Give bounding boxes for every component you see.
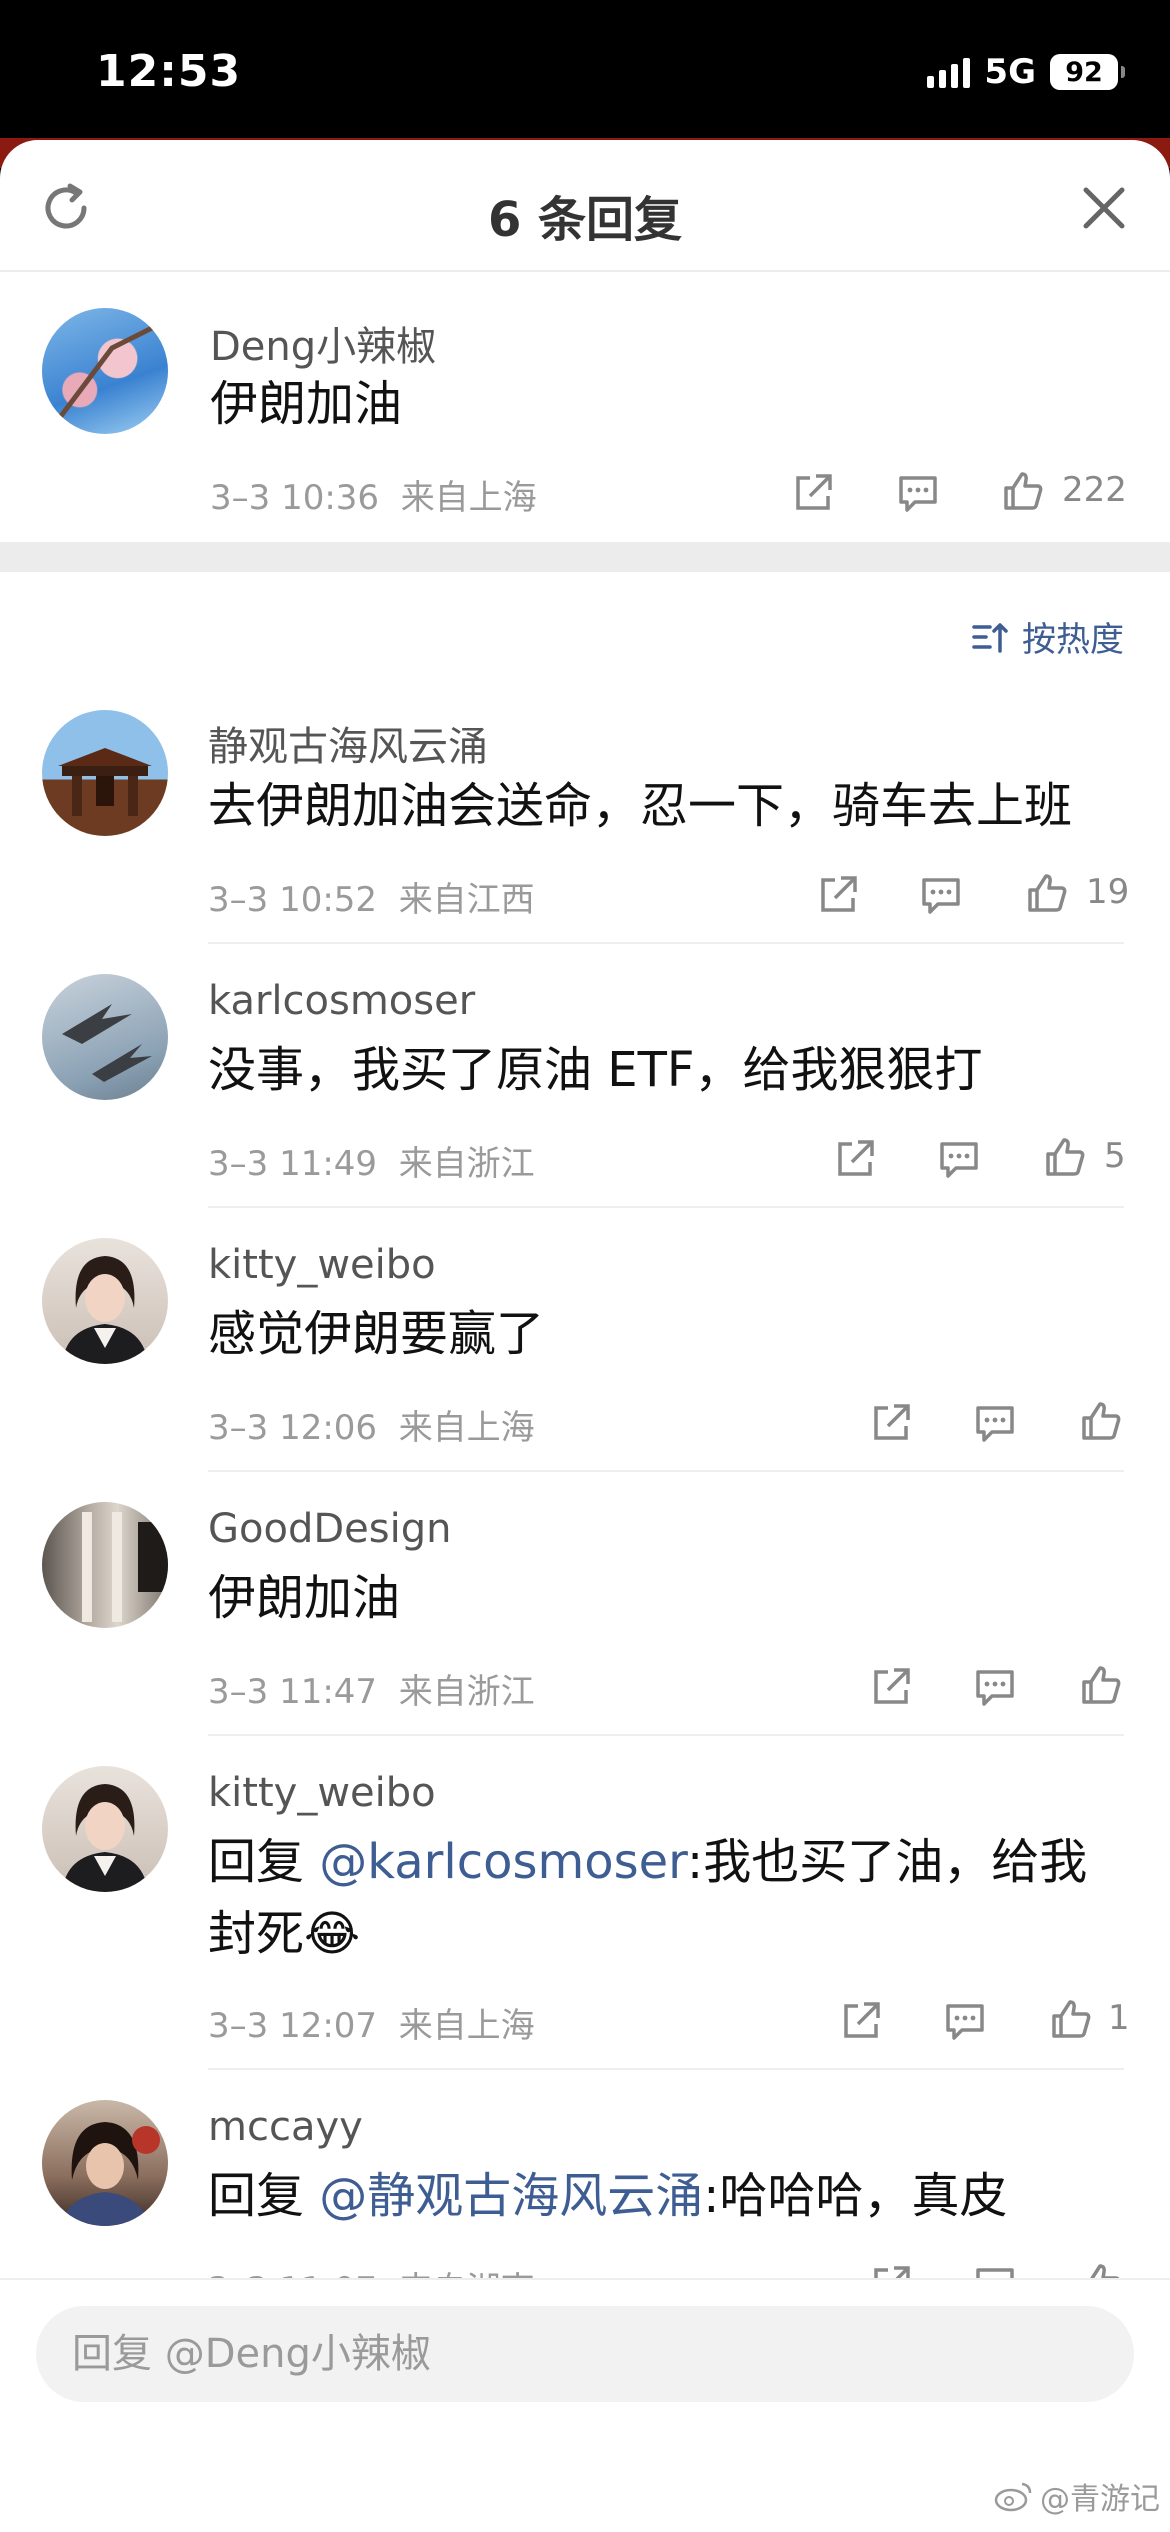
reply-location: 来自上海 xyxy=(398,2006,535,2046)
share-icon[interactable] xyxy=(815,872,861,918)
like-count: 5 xyxy=(1104,1136,1126,1176)
laughing-emoji: 😂 xyxy=(304,1906,361,1962)
reply-composer: @青游记 xyxy=(0,2278,1170,2532)
comment-date: 3–3 10:36 xyxy=(210,478,380,518)
comment-location: 来自上海 xyxy=(400,478,537,518)
reply-prefix: 回复 xyxy=(208,1834,320,1890)
comment-icon[interactable] xyxy=(936,1136,982,1182)
reply-location: 来自上海 xyxy=(398,1408,535,1448)
like-count: 222 xyxy=(1062,470,1127,510)
reply-meta: 3–3 11:47 来自浙江 xyxy=(208,1664,535,1713)
replies-sheet: 6 条回复 Deng小辣椒 伊朗加油 3–3 10:36 来自上海 222 按热… xyxy=(0,140,1170,2532)
like-icon[interactable] xyxy=(1042,1134,1088,1180)
status-time: 12:53 xyxy=(96,46,242,97)
status-indicators: 5G 92 xyxy=(927,52,1125,92)
reply-text: 感觉伊朗要赢了 xyxy=(208,1306,545,1362)
reply-text-line1: :我也买了油，给我 xyxy=(687,1834,1088,1890)
avatar[interactable] xyxy=(42,1238,168,1364)
comment-meta: 3–3 10:36 来自上海 xyxy=(210,470,537,519)
reply-prefix: 回复 xyxy=(208,2168,320,2224)
divider xyxy=(208,1206,1124,1208)
reply-text: 去伊朗加油会送命，忍一下，骑车去上班 xyxy=(208,778,1073,834)
reply-date: 3–3 10:52 xyxy=(208,880,378,920)
network-type: 5G xyxy=(984,52,1036,92)
avatar[interactable] xyxy=(42,1766,168,1892)
sort-icon xyxy=(972,622,1008,653)
share-icon[interactable] xyxy=(838,1998,884,2044)
like-count: 19 xyxy=(1086,872,1130,912)
reply-location: 来自浙江 xyxy=(398,1672,535,1712)
status-bar: 12:53 5G 92 xyxy=(0,0,1170,150)
sort-toggle[interactable]: 按热度 xyxy=(970,612,1124,661)
username[interactable]: mccayy xyxy=(208,2104,363,2150)
comment-icon[interactable] xyxy=(918,872,964,918)
reply-meta: 3–3 12:07 来自上海 xyxy=(208,1998,535,2047)
like-icon[interactable] xyxy=(1078,1398,1124,1444)
reply-text: 回复 @karlcosmoser:我也买了油，给我 封死😂 xyxy=(208,1826,1087,1970)
reply-location: 来自江西 xyxy=(398,880,535,920)
comment-icon[interactable] xyxy=(972,1664,1018,1710)
avatar[interactable] xyxy=(42,2100,168,2226)
share-icon[interactable] xyxy=(868,1664,914,1710)
sheet-header: 6 条回复 xyxy=(0,140,1170,272)
username[interactable]: 静观古海风云涌 xyxy=(208,714,488,772)
comment-icon[interactable] xyxy=(895,470,941,516)
reply-location: 来自浙江 xyxy=(398,1144,535,1184)
comment-icon[interactable] xyxy=(942,1998,988,2044)
reply-date: 3–3 11:49 xyxy=(208,1144,378,1184)
comment-text: 伊朗加油 xyxy=(210,376,403,432)
like-icon[interactable] xyxy=(1078,1662,1124,1708)
divider xyxy=(208,1734,1124,1736)
username[interactable]: karlcosmoser xyxy=(208,978,475,1024)
like-icon[interactable] xyxy=(1000,468,1046,514)
weibo-logo-icon xyxy=(994,2482,1032,2512)
reply-meta: 3–3 11:49 来自浙江 xyxy=(208,1136,535,1185)
comment-icon[interactable] xyxy=(972,1400,1018,1446)
signal-icon xyxy=(927,56,971,88)
reply-text: 回复 @静观古海风云涌:哈哈哈，真皮 xyxy=(208,2160,1007,2232)
divider xyxy=(208,942,1124,944)
battery-icon: 92 xyxy=(1050,54,1125,90)
avatar[interactable] xyxy=(42,974,168,1100)
reply-text-line1: :哈哈哈，真皮 xyxy=(703,2168,1008,2224)
watermark: @青游记 xyxy=(994,2474,1160,2518)
share-icon[interactable] xyxy=(868,1400,914,1446)
like-icon[interactable] xyxy=(1024,870,1070,916)
share-icon[interactable] xyxy=(790,470,836,516)
share-icon[interactable] xyxy=(832,1136,878,1182)
username[interactable]: GoodDesign xyxy=(208,1506,451,1552)
divider xyxy=(208,2068,1124,2070)
username[interactable]: Deng小辣椒 xyxy=(210,314,436,372)
like-count: 1 xyxy=(1108,1998,1130,2038)
reply-meta: 3–3 10:52 来自江西 xyxy=(208,872,535,921)
username[interactable]: kitty_weibo xyxy=(208,1242,436,1288)
divider xyxy=(208,1470,1124,1472)
reply-text: 没事，我买了原油 ETF，给我狠狠打 xyxy=(208,1042,983,1098)
avatar[interactable] xyxy=(42,710,168,836)
sort-label: 按热度 xyxy=(1022,620,1124,660)
reply-input[interactable] xyxy=(36,2306,1134,2402)
avatar[interactable] xyxy=(42,308,168,434)
avatar[interactable] xyxy=(42,1502,168,1628)
username[interactable]: kitty_weibo xyxy=(208,1770,436,1816)
reply-text-line2: 封死 xyxy=(208,1906,305,1962)
close-icon[interactable] xyxy=(1078,182,1130,234)
like-icon[interactable] xyxy=(1048,1996,1094,2042)
reply-date: 3–3 11:47 xyxy=(208,1672,378,1712)
reply-date: 3–3 12:06 xyxy=(208,1408,378,1448)
section-divider xyxy=(0,542,1170,572)
mention-link[interactable]: @静观古海风云涌 xyxy=(319,2168,703,2224)
mention-link[interactable]: @karlcosmoser xyxy=(319,1834,687,1890)
reply-date: 3–3 12:07 xyxy=(208,2006,378,2046)
watermark-text: @青游记 xyxy=(1040,2482,1160,2517)
reply-text: 伊朗加油 xyxy=(208,1570,401,1626)
reply-meta: 3–3 12:06 来自上海 xyxy=(208,1400,535,1449)
sheet-title: 6 条回复 xyxy=(487,192,683,248)
